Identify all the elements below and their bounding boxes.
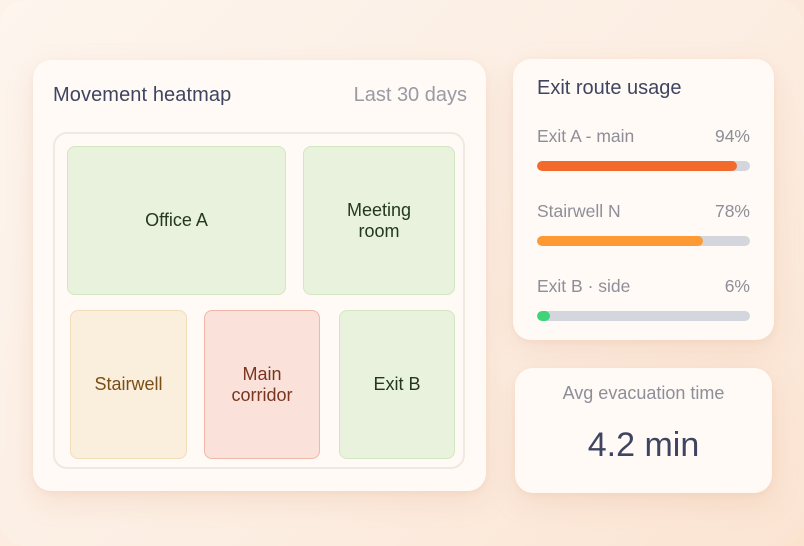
route-label: Stairwell N [537, 201, 621, 221]
room-exit-b[interactable]: Exit B [339, 310, 455, 459]
route-percent: 78% [714, 201, 750, 221]
route-progress-fill [537, 161, 737, 171]
room-main-corridor[interactable]: Main corridor [204, 310, 320, 459]
route-progress-track [537, 236, 750, 246]
avg-evacuation-value: 4.2 min [587, 426, 700, 464]
room-label: Main corridor [231, 363, 293, 405]
floor-plan: Office A Meeting room Stairwell Main cor… [53, 132, 465, 469]
heatmap-title: Movement heatmap [53, 84, 232, 106]
usage-title: Exit route usage [537, 77, 682, 99]
route-progress-track [537, 161, 750, 171]
route-percent: 6% [724, 276, 750, 296]
avg-evacuation-label: Avg evacuation time [562, 383, 725, 403]
room-label: Exit B [373, 374, 421, 394]
room-label: Meeting room [346, 199, 412, 241]
route-label: Exit B · side [537, 276, 631, 296]
route-percent: 94% [714, 126, 750, 146]
movement-heatmap-card: Movement heatmap Last 30 days Office A M… [33, 60, 486, 491]
room-office-a[interactable]: Office A [67, 146, 286, 295]
room-label: Stairwell [94, 374, 163, 394]
exit-route-usage-card: Exit route usage Exit A - main 94% Stair… [513, 59, 774, 340]
room-stairwell[interactable]: Stairwell [70, 310, 187, 459]
route-progress-fill [537, 311, 550, 321]
route-progress-track [537, 311, 750, 321]
route-progress-fill [537, 236, 703, 246]
room-meeting-room[interactable]: Meeting room [303, 146, 455, 295]
room-label: Office A [145, 210, 208, 230]
route-label: Exit A - main [537, 126, 635, 146]
avg-evacuation-card: Avg evacuation time 4.2 min [515, 368, 772, 493]
heatmap-date-range: Last 30 days [353, 84, 467, 106]
